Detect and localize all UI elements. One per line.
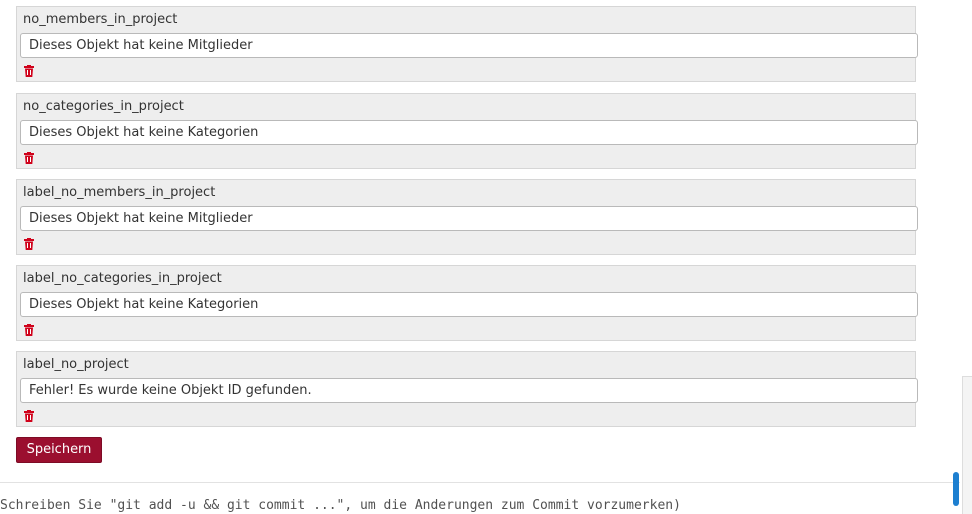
translation-value-input[interactable] — [20, 33, 918, 58]
translation-key-label: no_categories_in_project — [23, 99, 184, 114]
translation-key-label: label_no_project — [23, 357, 129, 372]
translation-key-label: label_no_members_in_project — [23, 185, 216, 200]
trash-icon[interactable] — [24, 410, 34, 422]
translation-key-label: no_members_in_project — [23, 12, 178, 27]
translation-value-input[interactable] — [20, 292, 918, 317]
background-page-edge — [962, 376, 972, 514]
translation-entry: label_no_project — [16, 351, 918, 427]
trash-icon[interactable] — [24, 324, 34, 336]
translation-entry: no_members_in_project — [16, 6, 918, 82]
translation-value-input[interactable] — [20, 206, 918, 231]
translation-entry: label_no_categories_in_project — [16, 265, 918, 341]
translation-value-input[interactable] — [20, 120, 918, 145]
translation-entry: no_categories_in_project — [16, 93, 918, 169]
trash-icon[interactable] — [24, 238, 34, 250]
background-page-text: Schreiben Sie "git add -u && git commit … — [0, 498, 681, 513]
save-button[interactable]: Speichern — [16, 437, 102, 463]
trash-icon[interactable] — [24, 152, 34, 164]
trash-icon[interactable] — [24, 65, 34, 77]
translation-key-label: label_no_categories_in_project — [23, 271, 222, 286]
translation-entry: label_no_members_in_project — [16, 179, 918, 255]
translation-value-input[interactable] — [20, 378, 918, 403]
scrollbar-thumb[interactable] — [953, 472, 959, 506]
translation-editor-panel: no_members_in_project no_categories_in_p… — [0, 0, 960, 506]
